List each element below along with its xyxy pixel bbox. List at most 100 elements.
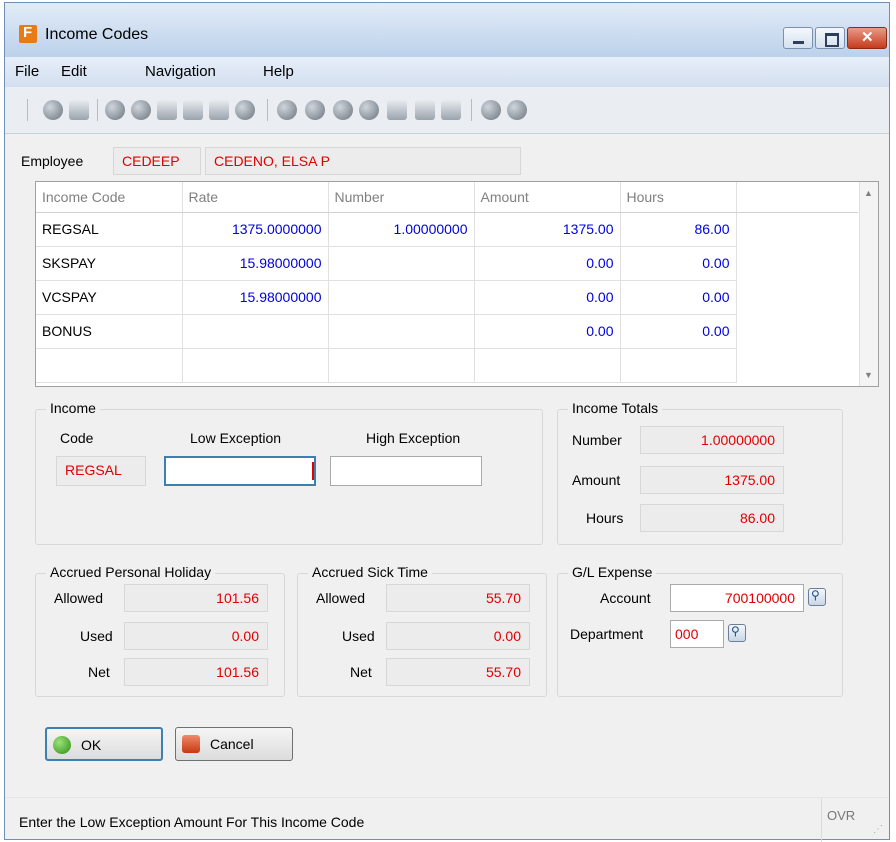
ph-allowed-label: Allowed [54, 590, 104, 606]
cell-hours[interactable]: 0.00 [620, 280, 737, 315]
down-icon[interactable] [333, 100, 353, 120]
close-button[interactable]: ✕ [847, 27, 887, 49]
income-group: Income Code Low Exception High Exception… [35, 400, 543, 545]
account-lookup-button[interactable]: ⚲ [808, 588, 826, 606]
download-icon[interactable] [277, 100, 297, 120]
low-exception-input[interactable] [164, 456, 316, 486]
scroll-up-icon[interactable]: ▲ [864, 188, 873, 198]
st-used-field: 0.00 [386, 622, 530, 650]
col-hours[interactable]: Hours [620, 182, 737, 213]
zoom-icon[interactable] [235, 100, 255, 120]
table-row[interactable]: VCSPAY 15.98000000 0.00 0.00 [36, 280, 858, 315]
grid-scrollbar[interactable]: ▲ ▼ [859, 182, 878, 386]
toolbar [5, 87, 889, 134]
cell-amount[interactable]: 0.00 [474, 314, 621, 349]
cell-number[interactable] [328, 280, 475, 315]
high-exception-input[interactable] [330, 456, 482, 486]
power-icon[interactable] [43, 100, 63, 120]
minimize-button[interactable] [783, 27, 813, 49]
cell-number[interactable] [328, 246, 475, 281]
ph-allowed-field: 101.56 [124, 584, 268, 612]
chart-icon[interactable] [481, 100, 501, 120]
income-code-grid: Income Code Rate Number Amount Hours REG… [35, 181, 879, 387]
table-row[interactable]: BONUS 0.00 0.00 [36, 314, 858, 349]
st-net-label: Net [350, 664, 372, 680]
check-icon[interactable] [105, 100, 125, 120]
cell-hours[interactable]: 86.00 [620, 212, 737, 247]
cell-hours[interactable]: 0.00 [620, 246, 737, 281]
ok-button[interactable]: OK [45, 727, 163, 761]
gl-department-input[interactable]: 000 [670, 620, 724, 648]
help-icon[interactable] [507, 100, 527, 120]
income-codes-window: Income Codes ✕ File Edit Navigation Help [4, 2, 890, 842]
cancel-icon [182, 735, 200, 753]
cell-rate[interactable]: 15.98000000 [182, 246, 329, 281]
ok-button-label: OK [81, 737, 102, 753]
app-logo-icon [19, 24, 37, 43]
maximize-button[interactable] [815, 27, 845, 49]
col-income-code[interactable]: Income Code [36, 182, 183, 213]
cell-income-code[interactable]: SKSPAY [36, 246, 183, 281]
maximize-icon [825, 33, 839, 47]
cell-rate[interactable] [182, 314, 329, 349]
doc-icon[interactable] [157, 100, 177, 120]
import-icon[interactable] [387, 100, 407, 120]
filter-icon[interactable] [305, 100, 325, 120]
col-amount[interactable]: Amount [474, 182, 621, 213]
overwrite-mode-indicator: OVR [827, 808, 856, 823]
cell-number[interactable] [328, 314, 475, 349]
cancel-button[interactable]: Cancel [175, 727, 293, 761]
export-icon[interactable] [415, 100, 435, 120]
sick-time-title: Accrued Sick Time [308, 564, 432, 580]
col-rate[interactable]: Rate [182, 182, 329, 213]
cell-income-code[interactable]: VCSPAY [36, 280, 183, 315]
personal-holiday-title: Accrued Personal Holiday [46, 564, 216, 580]
scroll-down-icon[interactable]: ▼ [864, 370, 873, 380]
window-title: Income Codes [45, 26, 149, 43]
table-row-empty[interactable] [36, 348, 858, 383]
status-bar: Enter the Low Exception Amount For This … [5, 797, 889, 842]
sick-time-group: Accrued Sick Time Allowed 55.70 Used 0.0… [297, 564, 547, 697]
cancel-icon[interactable] [131, 100, 151, 120]
status-message: Enter the Low Exception Amount For This … [19, 814, 365, 830]
up-icon[interactable] [359, 100, 379, 120]
delete-icon[interactable] [441, 100, 461, 120]
doc-select-icon[interactable] [209, 100, 229, 120]
totals-amount-field: 1375.00 [640, 466, 784, 494]
doc-copy-icon[interactable] [183, 100, 203, 120]
cell-hours[interactable]: 0.00 [620, 314, 737, 349]
check-icon [53, 736, 71, 754]
title-bar: Income Codes ✕ [5, 3, 889, 57]
cell-rate[interactable]: 1375.0000000 [182, 212, 329, 247]
menu-navigation[interactable]: Navigation [145, 63, 216, 80]
ph-net-field: 101.56 [124, 658, 268, 686]
gl-account-input[interactable]: 700100000 [670, 584, 804, 612]
department-lookup-button[interactable]: ⚲ [728, 624, 746, 642]
table-row[interactable]: SKSPAY 15.98000000 0.00 0.00 [36, 246, 858, 281]
menu-help[interactable]: Help [263, 63, 294, 80]
employee-code-field[interactable]: CEDEEP [113, 147, 201, 175]
ph-used-field: 0.00 [124, 622, 268, 650]
cell-number[interactable]: 1.00000000 [328, 212, 475, 247]
income-totals-group: Income Totals Number 1.00000000 Amount 1… [557, 400, 843, 545]
cell-income-code[interactable]: BONUS [36, 314, 183, 349]
col-number[interactable]: Number [328, 182, 475, 213]
st-used-label: Used [342, 628, 375, 644]
cell-amount[interactable]: 1375.00 [474, 212, 621, 247]
resize-grip-icon[interactable]: ⋰ [873, 824, 883, 835]
st-net-field: 55.70 [386, 658, 530, 686]
text-cursor [312, 462, 314, 480]
close-icon: ✕ [861, 29, 874, 46]
st-allowed-field: 55.70 [386, 584, 530, 612]
cell-amount[interactable]: 0.00 [474, 246, 621, 281]
menu-edit[interactable]: Edit [61, 63, 87, 80]
cell-income-code[interactable]: REGSAL [36, 212, 183, 247]
copy-icon[interactable] [69, 100, 89, 120]
income-code-field: REGSAL [56, 456, 146, 486]
totals-number-field: 1.00000000 [640, 426, 784, 454]
cell-amount[interactable]: 0.00 [474, 280, 621, 315]
cell-rate[interactable]: 15.98000000 [182, 280, 329, 315]
gl-expense-group: G/L Expense Account 700100000 ⚲ Departme… [557, 564, 843, 697]
table-row[interactable]: REGSAL 1375.0000000 1.00000000 1375.00 8… [36, 212, 858, 247]
menu-file[interactable]: File [15, 63, 39, 80]
